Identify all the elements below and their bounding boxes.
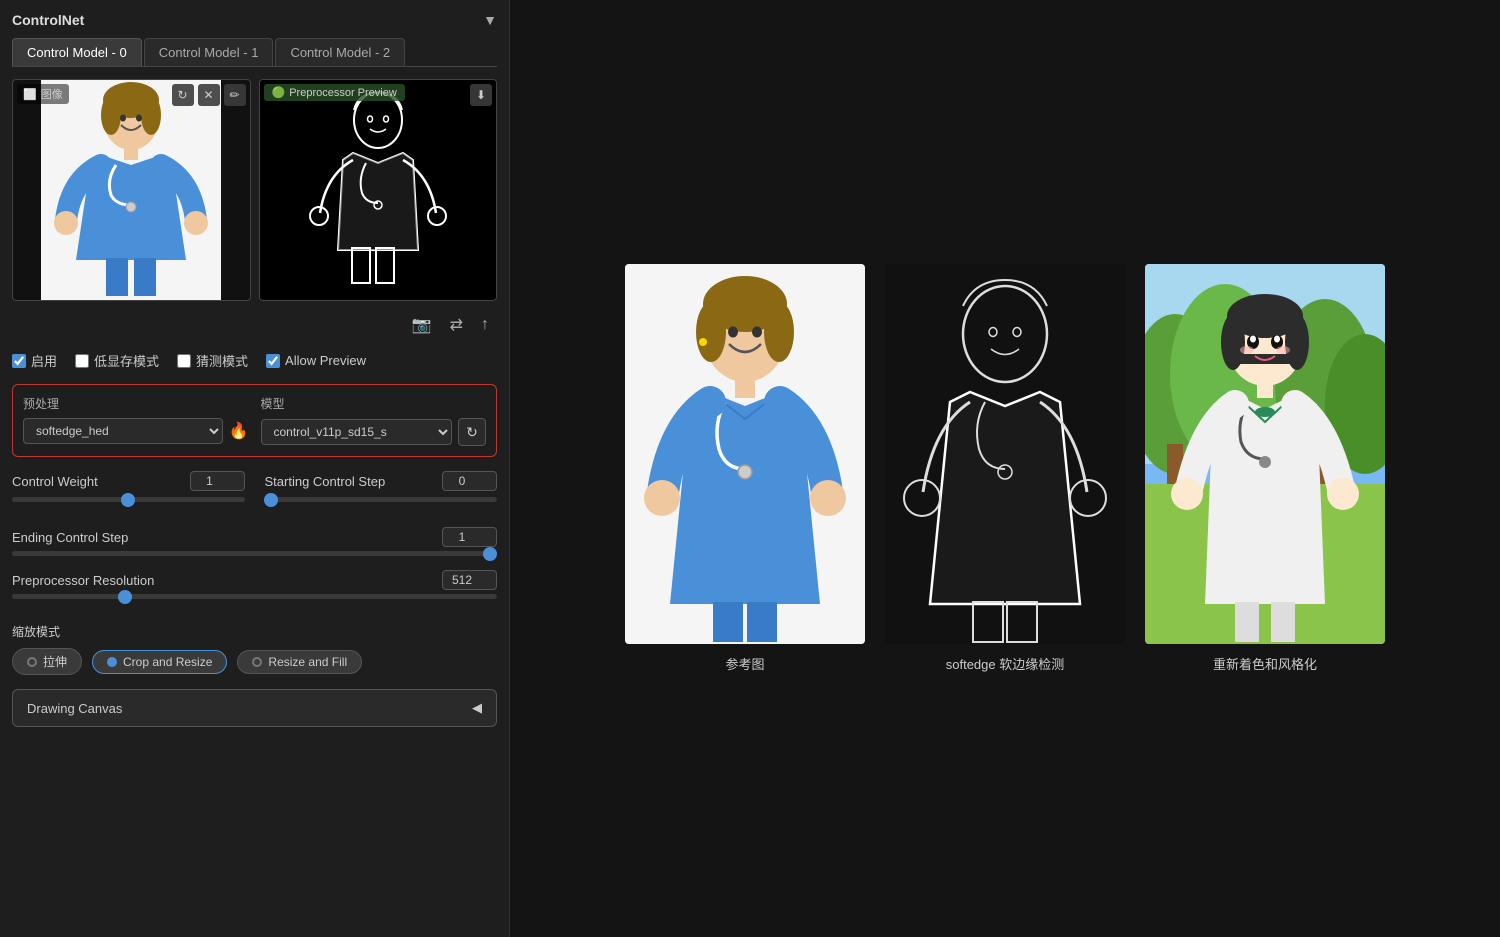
tab-control-model-1[interactable]: Control Model - 1 <box>144 38 274 66</box>
allow-preview-checkbox[interactable] <box>266 354 280 368</box>
preprocessor-resolution-row: Preprocessor Resolution <box>12 570 497 590</box>
panel-collapse-arrow[interactable]: ▼ <box>483 12 497 28</box>
preprocessor-col: 预处理 softedge_hed 🔥 <box>23 395 249 446</box>
scale-resize-fill-option[interactable]: Resize and Fill <box>237 650 362 674</box>
close-source-btn[interactable]: ✕ <box>198 84 220 106</box>
control-model-tabs: Control Model - 0 Control Model - 1 Cont… <box>12 38 497 67</box>
low-vram-checkbox[interactable] <box>75 354 89 368</box>
gallery-item-reference: 参考图 <box>625 264 865 673</box>
source-image-controls: ↻ ✕ ✏ <box>172 84 246 106</box>
checkboxes-row: 启用 低显存模式 猜测模式 Allow Preview <box>12 351 497 370</box>
gallery-caption-reference: 参考图 <box>725 654 764 673</box>
gallery-img-softedge <box>885 264 1125 644</box>
preprocessor-label: 🟢 Preprocessor Preview <box>264 84 405 101</box>
model-select-row: control_v11p_sd15_s ↻ <box>261 418 487 446</box>
starting-control-step-label: Starting Control Step <box>265 474 386 489</box>
gallery-row: 参考图 <box>625 264 1385 673</box>
guess-mode-checkbox[interactable] <box>177 354 191 368</box>
left-panel: ControlNet ▼ Control Model - 0 Control M… <box>0 0 510 937</box>
gallery-item-softedge: softedge 软边缘检测 <box>885 264 1125 673</box>
preprocessor-col-label: 预处理 <box>23 395 249 412</box>
control-weight-row: Control Weight <box>12 471 245 491</box>
source-image-label: ⬜ 图像 <box>17 84 69 104</box>
panel-header: ControlNet ▼ <box>12 12 497 28</box>
image-icon: ⬜ <box>23 88 37 101</box>
action-row: 📷 ⇄ ↑ <box>12 311 497 339</box>
control-weight-input[interactable] <box>190 471 245 491</box>
preprocessor-resolution-slider[interactable] <box>12 594 497 599</box>
preprocessor-preview-box: 🟢 Preprocessor Preview ⬇ <box>259 79 498 301</box>
download-preprocessor-btn[interactable]: ⬇ <box>470 84 492 106</box>
starting-control-step-section: Starting Control Step <box>265 471 498 493</box>
enable-checkbox[interactable] <box>12 354 26 368</box>
scale-crop-resize-option[interactable]: Crop and Resize <box>92 650 227 674</box>
model-select[interactable]: control_v11p_sd15_s <box>261 419 453 445</box>
starting-control-step-input[interactable] <box>442 471 497 491</box>
camera-btn[interactable]: 📷 <box>408 311 436 339</box>
scale-mode-label: 缩放模式 <box>12 623 497 640</box>
preprocessor-download: ⬇ <box>470 84 492 106</box>
preprocessor-resolution-input[interactable] <box>442 570 497 590</box>
preprocessor-select[interactable]: softedge_hed <box>23 418 223 444</box>
starting-control-step-slider[interactable] <box>264 497 497 502</box>
enable-checkbox-item[interactable]: 启用 <box>12 351 57 370</box>
tab-control-model-2[interactable]: Control Model - 2 <box>275 38 405 66</box>
fire-icon: 🔥 <box>229 421 249 441</box>
preprocessor-resolution-label: Preprocessor Resolution <box>12 573 154 588</box>
model-row: 预处理 softedge_hed 🔥 模型 control_v11p_sd15_… <box>23 395 486 446</box>
drawing-canvas-row[interactable]: Drawing Canvas ◀ <box>12 689 497 727</box>
edit-source-btn[interactable]: ✏ <box>224 84 246 106</box>
image-row: ⬜ 图像 ↻ ✕ ✏ <box>12 79 497 301</box>
model-col: 模型 control_v11p_sd15_s ↻ <box>261 395 487 446</box>
ending-control-step-input[interactable] <box>442 527 497 547</box>
model-col-label: 模型 <box>261 395 487 412</box>
refresh-source-btn[interactable]: ↻ <box>172 84 194 106</box>
refresh-model-btn[interactable]: ↻ <box>458 418 486 446</box>
combined-slider-track <box>12 497 497 513</box>
starting-control-step-row: Starting Control Step <box>265 471 498 491</box>
control-weight-section: Control Weight <box>12 471 245 493</box>
crop-resize-radio-dot <box>107 657 117 667</box>
preprocessor-dot: 🟢 <box>272 86 286 99</box>
gallery-caption-softedge: softedge 软边缘检测 <box>946 654 1065 673</box>
tab-control-model-0[interactable]: Control Model - 0 <box>12 38 142 66</box>
gallery-img-styled <box>1145 264 1385 644</box>
ending-control-step-slider[interactable] <box>12 551 497 556</box>
control-weight-label: Control Weight <box>12 474 98 489</box>
ending-control-step-label: Ending Control Step <box>12 530 128 545</box>
guess-mode-checkbox-item[interactable]: 猜测模式 <box>177 351 248 370</box>
resize-fill-radio-dot <box>252 657 262 667</box>
allow-preview-checkbox-item[interactable]: Allow Preview <box>266 353 366 368</box>
up-btn[interactable]: ↑ <box>477 311 493 339</box>
ending-control-step-row: Ending Control Step <box>12 527 497 547</box>
control-weight-slider[interactable] <box>12 497 245 502</box>
scale-stretch-option[interactable]: 拉伸 <box>12 648 82 675</box>
preprocessor-image-display <box>260 80 497 300</box>
scale-mode-options: 拉伸 Crop and Resize Resize and Fill <box>12 648 497 675</box>
panel-title: ControlNet <box>12 12 84 28</box>
scale-mode-section: 缩放模式 拉伸 Crop and Resize Resize and Fill <box>12 623 497 675</box>
model-section: 预处理 softedge_hed 🔥 模型 control_v11p_sd15_… <box>12 384 497 457</box>
gallery-item-styled: 重新着色和风格化 <box>1145 264 1385 673</box>
right-panel: 参考图 <box>510 0 1500 937</box>
combined-slider-row: Control Weight Starting Control Step <box>12 471 497 493</box>
drawing-canvas-label: Drawing Canvas <box>27 701 122 716</box>
gallery-caption-styled: 重新着色和风格化 <box>1213 654 1317 673</box>
preprocessor-select-row: softedge_hed 🔥 <box>23 418 249 444</box>
drawing-canvas-collapse-icon: ◀ <box>472 700 482 716</box>
gallery-img-reference <box>625 264 865 644</box>
low-vram-checkbox-item[interactable]: 低显存模式 <box>75 351 159 370</box>
source-image-display <box>13 80 250 300</box>
stretch-radio-dot <box>27 657 37 667</box>
swap-btn[interactable]: ⇄ <box>446 311 467 339</box>
source-image-box: ⬜ 图像 ↻ ✕ ✏ <box>12 79 251 301</box>
